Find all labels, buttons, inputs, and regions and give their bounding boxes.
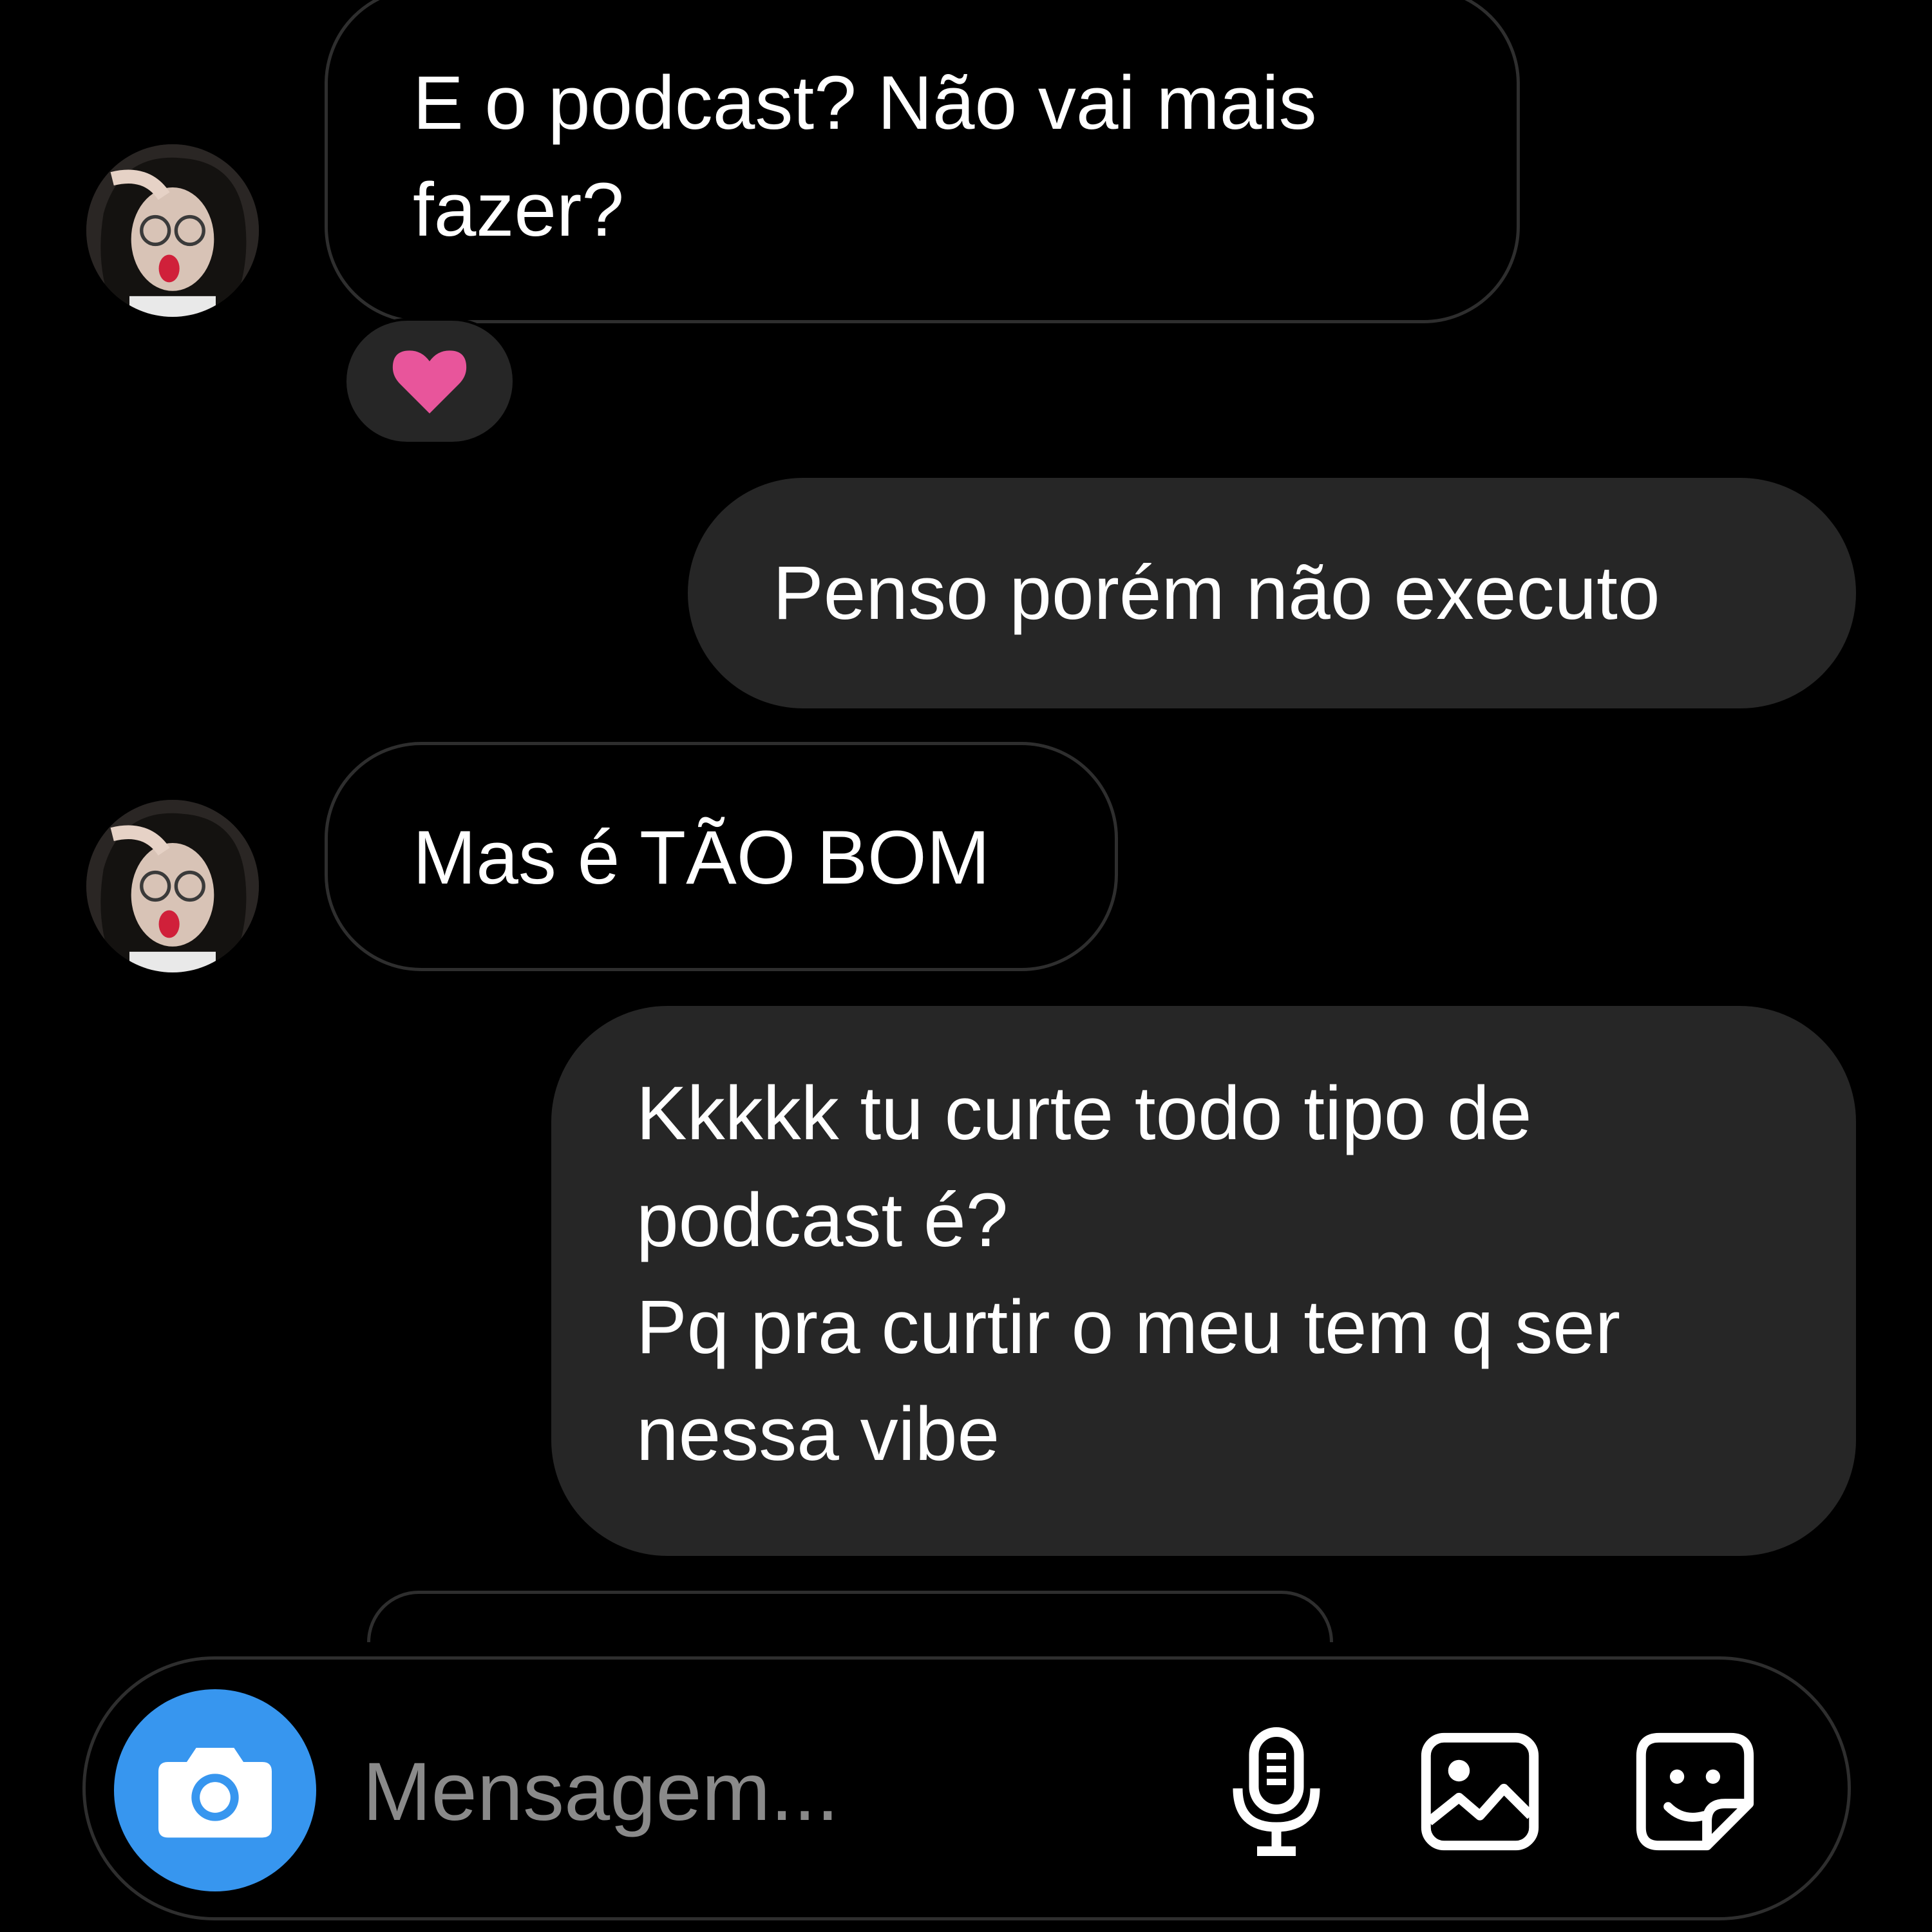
received-message-bubble[interactable]: E o podcast? Não vai mais fazer? [325,0,1520,323]
heart-reaction[interactable] [344,318,515,444]
contact-avatar[interactable] [86,800,259,972]
message-text-line: fazer? [413,167,624,252]
microphone-button[interactable] [1209,1724,1344,1859]
message-text-line: nessa vibe [636,1392,1000,1477]
contact-avatar[interactable] [86,144,259,317]
avatar-photo [86,800,259,972]
message-text-line: Penso porém não executo [773,551,1660,636]
message-text-line: Pq pra curtir o meu tem q ser [636,1285,1621,1370]
heart-icon [392,350,467,413]
partial-message-bubble [367,1591,1333,1642]
message-composer [82,1656,1851,1920]
received-message-bubble[interactable]: Mas é TÃO BOM [325,742,1118,971]
camera-button[interactable] [114,1689,316,1891]
message-text-line: E o podcast? Não vai mais [413,61,1317,146]
sticker-button[interactable] [1627,1724,1763,1859]
microphone-icon [1233,1727,1320,1856]
message-text-line: Mas é TÃO BOM [413,815,990,900]
gallery-icon [1421,1732,1539,1851]
message-input[interactable] [363,1743,1232,1840]
camera-icon [158,1748,272,1838]
sticker-icon [1636,1732,1754,1851]
gallery-button[interactable] [1412,1724,1548,1859]
avatar-photo [86,144,259,317]
sent-message-bubble[interactable]: Kkkkk tu curte todo tipo de podcast é? P… [551,1006,1856,1556]
message-text-line: podcast é? [636,1178,1009,1263]
sent-message-bubble[interactable]: Penso porém não executo [688,478,1856,708]
message-text-line: Kkkkk tu curte todo tipo de [636,1071,1532,1156]
